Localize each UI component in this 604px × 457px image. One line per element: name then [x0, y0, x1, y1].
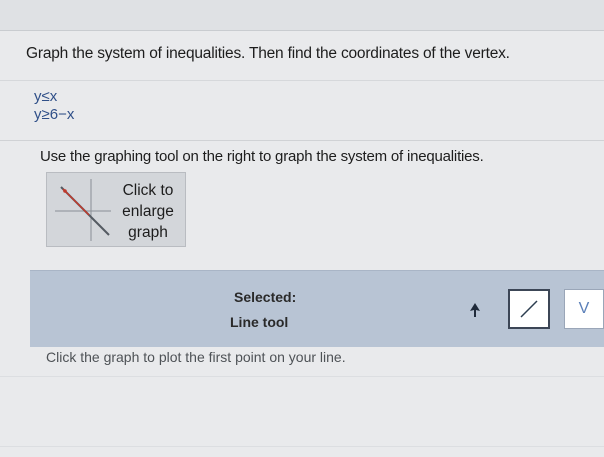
enlarge-label-line: graph [128, 224, 168, 241]
graph-thumbnail-icon [53, 177, 113, 243]
select-arrow-button[interactable] [458, 291, 492, 329]
enlarge-graph-button[interactable]: Click to enlarge graph [46, 172, 186, 247]
enlarge-label-line: Click to [122, 182, 174, 199]
line-tool-icon [520, 300, 538, 318]
enlarge-graph-label: Click to enlarge graph [115, 180, 181, 243]
select-arrow-icon [470, 303, 480, 317]
divider [0, 446, 604, 447]
more-tools-button[interactable]: V [564, 289, 604, 329]
problem-statement: Graph the system of inequalities. Then f… [26, 45, 510, 62]
divider [0, 376, 604, 377]
inequality-2: y≥6−x [34, 106, 75, 123]
selected-label: Selected: [234, 289, 297, 305]
divider [0, 140, 604, 141]
selected-tool-name: Line tool [230, 314, 289, 330]
instruction-text: Use the graphing tool on the right to gr… [40, 148, 484, 165]
enlarge-label-line: enlarge [122, 203, 174, 220]
divider [0, 80, 604, 81]
inequality-1: y≤x [34, 88, 58, 105]
line-tool-button[interactable] [508, 289, 550, 329]
more-tools-chevron-icon: V [578, 300, 590, 317]
graph-toolbar: Selected: Line tool V [30, 270, 604, 347]
status-message: Click the graph to plot the first point … [46, 349, 346, 365]
top-band [0, 0, 604, 31]
